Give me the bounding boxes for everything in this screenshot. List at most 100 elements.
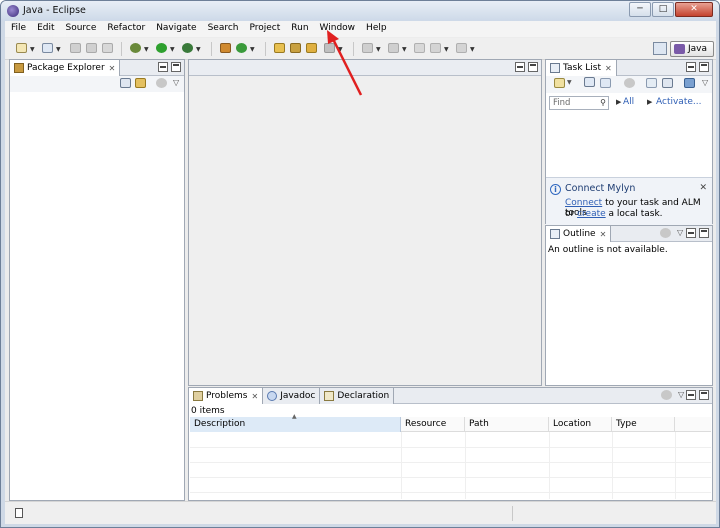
focus-tasks-button[interactable] — [624, 78, 636, 89]
focus-problems-button[interactable] — [661, 390, 673, 401]
menu-project[interactable]: Project — [243, 21, 285, 37]
column-type[interactable]: Type — [612, 417, 675, 432]
task-find-row: Find ⚲ ▶ All ▶ Activate... — [546, 94, 712, 112]
minimize-view-button[interactable] — [686, 390, 696, 400]
outline-icon — [550, 229, 560, 239]
focus-outline-button[interactable] — [660, 228, 672, 239]
create-link[interactable]: create — [577, 209, 606, 219]
minimize-button[interactable]: ─ — [629, 2, 651, 17]
close-icon[interactable]: ✕ — [605, 64, 612, 73]
minimize-view-button[interactable] — [686, 62, 696, 72]
menu-window[interactable]: Window — [314, 21, 361, 37]
collapse-all-icon — [662, 78, 673, 88]
menu-search[interactable]: Search — [202, 21, 244, 37]
save-button[interactable] — [69, 42, 83, 55]
new-task-button[interactable] — [554, 78, 566, 89]
maximize-view-button[interactable] — [171, 62, 181, 72]
fast-view-icon[interactable] — [15, 508, 23, 518]
focus-button[interactable] — [156, 78, 168, 89]
column-resource[interactable]: Resource — [401, 417, 465, 432]
forward-button[interactable]: ▼ — [455, 42, 475, 55]
open-task-button[interactable] — [289, 42, 303, 55]
open-type-icon — [274, 43, 285, 53]
column-location[interactable]: Location — [549, 417, 612, 432]
new-type-button[interactable]: ▼ — [41, 42, 61, 55]
collapse-all-button[interactable] — [120, 78, 132, 89]
collapse-tasks-button[interactable] — [662, 78, 674, 89]
minimize-view-button[interactable] — [686, 228, 696, 238]
tab-javadoc[interactable]: Javadoc — [263, 388, 321, 404]
new-class-button[interactable]: ▼ — [235, 42, 255, 55]
search-button[interactable] — [305, 42, 319, 55]
deactivate-task-button[interactable] — [646, 78, 658, 89]
minimize-editor-button[interactable] — [515, 62, 525, 72]
next-annotation-button[interactable]: ▼ — [361, 42, 381, 55]
new-java-project-button[interactable] — [219, 42, 233, 55]
menu-refactor[interactable]: Refactor — [101, 21, 150, 37]
tab-problems[interactable]: Problems ✕ — [189, 388, 264, 404]
editor-area — [188, 59, 542, 386]
synchronize-button[interactable] — [684, 78, 696, 89]
menu-file[interactable]: File — [5, 21, 31, 37]
toolbar-separator — [265, 42, 266, 56]
menu-help[interactable]: Help — [360, 21, 392, 37]
minimize-view-button[interactable] — [158, 62, 168, 72]
chevron-down-icon: ▼ — [30, 46, 35, 53]
close-icon[interactable]: ✕ — [109, 64, 116, 73]
tab-task-list[interactable]: Task List ✕ — [546, 60, 617, 76]
close-icon[interactable]: ✕ — [699, 183, 707, 193]
annotation-button[interactable]: ▼ — [323, 42, 343, 55]
outline-view: Outline ✕ ▽ An outline is not available. — [545, 225, 713, 386]
print-button[interactable] — [101, 42, 115, 55]
menu-navigate[interactable]: Navigate — [150, 21, 201, 37]
scheduled-icon — [600, 78, 611, 88]
external-tools-button[interactable]: ▼ — [181, 42, 201, 55]
perspective-switcher: Java — [652, 40, 714, 57]
title-bar[interactable]: Java - Eclipse ─ □ ✕ — [1, 1, 719, 21]
open-type-button[interactable] — [273, 42, 287, 55]
menu-edit[interactable]: Edit — [31, 21, 59, 37]
table-column-divider — [465, 432, 466, 499]
tab-outline[interactable]: Outline ✕ — [546, 226, 612, 242]
debug-button[interactable]: ▼ — [129, 42, 149, 55]
column-path[interactable]: Path — [465, 417, 549, 432]
maximize-button[interactable]: □ — [652, 2, 674, 17]
connect-link[interactable]: Connect — [565, 198, 602, 208]
last-edit-button[interactable] — [413, 42, 427, 55]
menu-run[interactable]: Run — [285, 21, 313, 37]
eclipse-window: Java - Eclipse ─ □ ✕ File Edit Source Re… — [0, 0, 720, 528]
tab-package-explorer[interactable]: Package Explorer ✕ — [10, 60, 121, 76]
categorized-button[interactable] — [584, 77, 596, 88]
toolbar-separator — [211, 42, 212, 56]
maximize-view-button[interactable] — [699, 62, 709, 72]
run-button[interactable]: ▼ — [155, 42, 175, 55]
view-menu-icon[interactable]: ▽ — [702, 78, 708, 87]
activate-task-link[interactable]: Activate... — [656, 97, 701, 107]
all-tasks-link[interactable]: All — [623, 97, 634, 107]
new-button[interactable]: ▼ — [15, 42, 35, 55]
prev-annotation-button[interactable]: ▼ — [387, 42, 407, 55]
close-icon[interactable]: ✕ — [251, 392, 258, 401]
maximize-view-button[interactable] — [699, 228, 709, 238]
column-description[interactable]: Description ▲ — [190, 413, 401, 432]
chevron-down-icon[interactable]: ▼ — [567, 79, 572, 86]
package-explorer-tabrow: Package Explorer ✕ — [10, 60, 184, 76]
maximize-view-button[interactable] — [699, 390, 709, 400]
focus-icon — [661, 390, 672, 400]
open-perspective-button[interactable] — [652, 42, 667, 55]
view-menu-icon[interactable]: ▽ — [173, 78, 179, 87]
menu-source[interactable]: Source — [60, 21, 102, 37]
task-find-input[interactable]: Find ⚲ — [549, 96, 609, 110]
scheduled-button[interactable] — [600, 78, 612, 89]
close-button[interactable]: ✕ — [675, 2, 713, 17]
tab-declaration[interactable]: Declaration — [320, 388, 395, 404]
status-separator — [512, 506, 513, 521]
table-row-divider — [190, 447, 711, 448]
save-all-button[interactable] — [85, 42, 99, 55]
find-placeholder: Find — [553, 98, 571, 108]
maximize-editor-button[interactable] — [528, 62, 538, 72]
java-perspective-button[interactable]: Java — [669, 40, 714, 57]
link-with-editor-button[interactable] — [135, 78, 147, 89]
close-icon[interactable]: ✕ — [600, 230, 607, 239]
back-button[interactable]: ▼ — [429, 42, 449, 55]
